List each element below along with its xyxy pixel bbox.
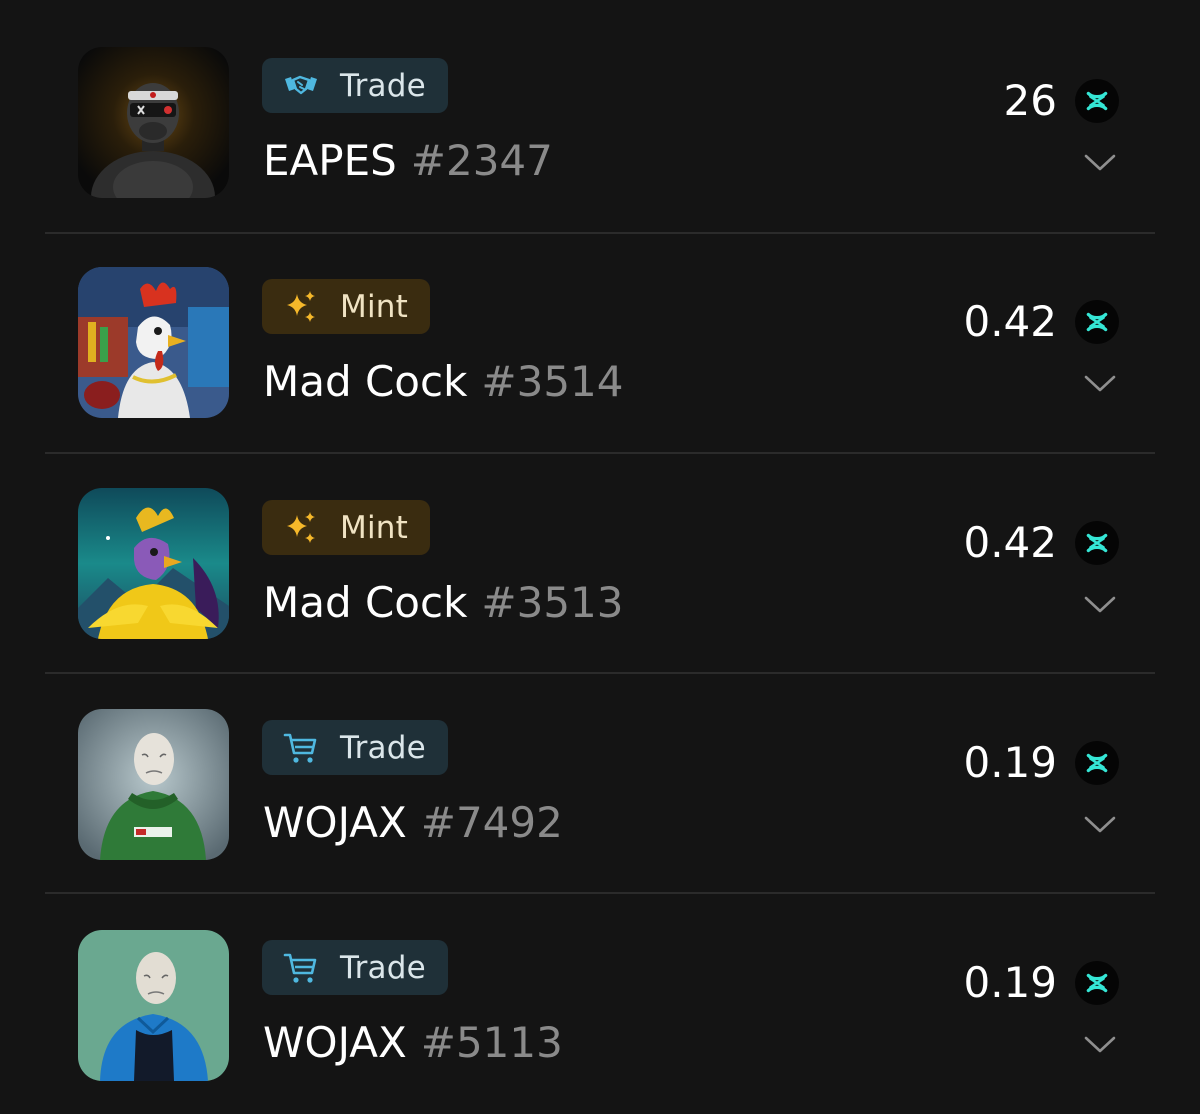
list-item[interactable]: Mint Mad Cock #3514 0.42 xyxy=(45,234,1155,454)
list-item[interactable]: Trade EAPES #2347 26 xyxy=(45,0,1155,234)
nft-thumbnail-wojax-7492[interactable] xyxy=(78,709,229,860)
list-item[interactable]: Trade WOJAX #5113 0.19 xyxy=(45,894,1155,1114)
wojak-artwork-image xyxy=(78,709,229,860)
token-number: #3513 xyxy=(481,578,624,627)
sparkles-icon xyxy=(282,288,320,326)
trade-badge: Trade xyxy=(262,720,448,775)
collection-name: Mad Cock xyxy=(263,357,468,406)
nft-name[interactable]: WOJAX #5113 xyxy=(263,1022,563,1064)
nft-activity-list: Trade EAPES #2347 26 Mint Mad Cock #3514… xyxy=(45,0,1155,1114)
trade-badge: Trade xyxy=(262,940,448,995)
nft-name[interactable]: Mad Cock #3514 xyxy=(263,361,624,403)
price-value: 0.42 xyxy=(963,297,1057,346)
x-token-icon xyxy=(1075,961,1119,1005)
mint-badge: Mint xyxy=(262,279,430,334)
token-number: #2347 xyxy=(410,136,553,185)
collection-name: Mad Cock xyxy=(263,578,468,627)
mint-badge: Mint xyxy=(262,500,430,555)
nft-thumbnail-mad-cock-3513[interactable] xyxy=(78,488,229,639)
ape-artwork-image xyxy=(78,47,229,198)
cart-icon xyxy=(282,949,320,987)
token-number: #5113 xyxy=(420,1018,563,1067)
rooster-artwork-image xyxy=(78,488,229,639)
x-token-icon xyxy=(1075,741,1119,785)
nft-name[interactable]: Mad Cock #3513 xyxy=(263,582,624,624)
wojak-artwork-image xyxy=(78,930,229,1081)
handshake-icon xyxy=(282,67,320,105)
x-token-icon xyxy=(1075,300,1119,344)
token-number: #3514 xyxy=(481,357,624,406)
nft-thumbnail-wojax-5113[interactable] xyxy=(78,930,229,1081)
badge-label: Mint xyxy=(340,509,408,546)
cart-icon xyxy=(282,729,320,767)
badge-label: Trade xyxy=(340,949,426,986)
x-token-icon xyxy=(1075,521,1119,565)
chevron-down-icon[interactable] xyxy=(1083,153,1117,173)
list-item[interactable]: Mint Mad Cock #3513 0.42 xyxy=(45,454,1155,674)
chevron-down-icon[interactable] xyxy=(1083,595,1117,615)
price-display: 0.19 xyxy=(963,741,1119,785)
price-display: 0.42 xyxy=(963,300,1119,344)
price-value: 0.19 xyxy=(963,958,1057,1007)
collection-name: WOJAX xyxy=(263,798,407,847)
list-item[interactable]: Trade WOJAX #7492 0.19 xyxy=(45,674,1155,894)
nft-thumbnail-eapes[interactable] xyxy=(78,47,229,198)
badge-label: Trade xyxy=(340,729,426,766)
chevron-down-icon[interactable] xyxy=(1083,1035,1117,1055)
price-display: 0.19 xyxy=(963,961,1119,1005)
price-value: 0.19 xyxy=(963,738,1057,787)
collection-name: WOJAX xyxy=(263,1018,407,1067)
price-value: 0.42 xyxy=(963,518,1057,567)
nft-thumbnail-mad-cock-3514[interactable] xyxy=(78,267,229,418)
chevron-down-icon[interactable] xyxy=(1083,815,1117,835)
nft-name[interactable]: WOJAX #7492 xyxy=(263,802,563,844)
badge-label: Trade xyxy=(340,67,426,104)
chevron-down-icon[interactable] xyxy=(1083,374,1117,394)
token-number: #7492 xyxy=(420,798,563,847)
x-token-icon xyxy=(1075,79,1119,123)
badge-label: Mint xyxy=(340,288,408,325)
sparkles-icon xyxy=(282,509,320,547)
rooster-artwork-image xyxy=(78,267,229,418)
trade-badge: Trade xyxy=(262,58,448,113)
price-display: 26 xyxy=(1004,79,1119,123)
price-value: 26 xyxy=(1003,76,1057,125)
price-display: 0.42 xyxy=(963,521,1119,565)
nft-name[interactable]: EAPES #2347 xyxy=(263,140,553,182)
collection-name: EAPES xyxy=(263,136,397,185)
